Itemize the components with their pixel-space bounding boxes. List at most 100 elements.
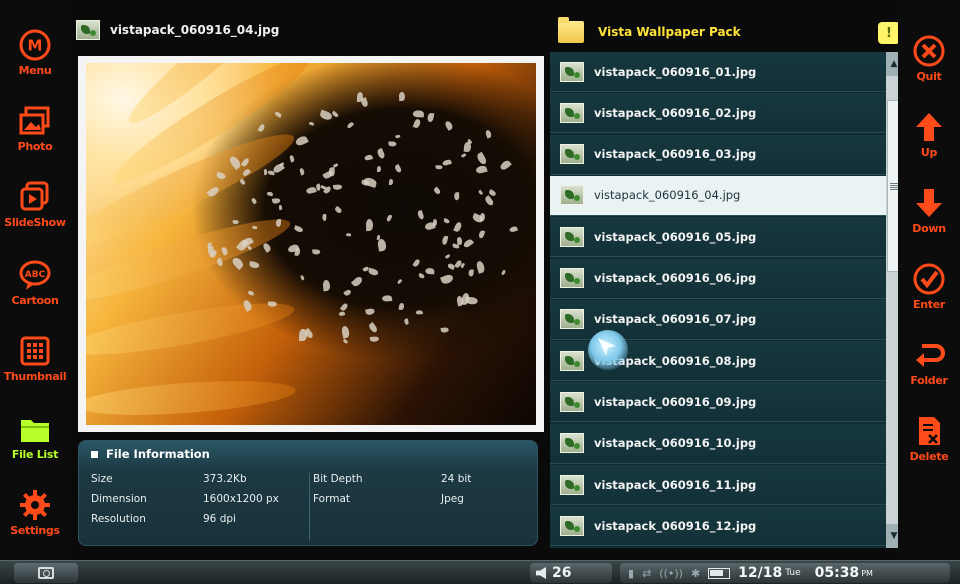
flower-seed <box>364 154 373 161</box>
image-file-icon <box>560 433 584 454</box>
file-name: vistapack_060916_09.jpg <box>594 394 757 409</box>
delete-doc-icon <box>919 417 940 445</box>
file-list: vistapack_060916_01.jpg vistapack_060916_… <box>550 52 886 548</box>
flower-seed <box>475 164 489 175</box>
enter-button[interactable]: Enter <box>898 262 960 311</box>
flower-seed <box>446 262 456 271</box>
slideshow-button[interactable]: SlideShow <box>0 180 70 229</box>
file-information-panel: File Information Size 373.2Kb Bit Depth … <box>78 440 538 546</box>
file-list-item[interactable]: vistapack_060916_05.jpg <box>550 217 886 258</box>
volume-control[interactable]: 26 <box>530 563 612 583</box>
file-list-item[interactable]: vistapack_060916_06.jpg <box>550 258 886 299</box>
file-list-label: File List <box>11 448 59 461</box>
image-filename: vistapack_060916_04.jpg <box>110 23 280 37</box>
flower-seed <box>322 279 331 292</box>
menu-button[interactable]: M Menu <box>0 28 70 77</box>
flower-seed <box>207 242 212 249</box>
thumbnail-button[interactable]: Thumbnail <box>0 334 70 383</box>
flower-seed <box>418 272 425 279</box>
storage-icon: ▮ <box>628 566 635 580</box>
photo-button[interactable]: Photo <box>0 104 70 153</box>
flower-seed <box>230 255 246 271</box>
status-ampm: PM <box>861 568 873 578</box>
flower-seed <box>367 267 380 277</box>
flower-seed <box>331 110 340 119</box>
delete-button[interactable]: Delete <box>898 414 960 463</box>
file-information-body: Size 373.2Kb Bit Depth 24 bit Dimension … <box>79 467 537 525</box>
gear-icon <box>20 490 50 520</box>
folder-header: Vista Wallpaper Pack ! <box>554 14 904 50</box>
flower-seed <box>411 258 421 269</box>
bitdepth-value: 24 bit <box>441 473 472 485</box>
flower-seed <box>398 91 405 102</box>
flower-seed <box>334 205 343 215</box>
flower-seed <box>444 120 455 132</box>
folder-icon <box>21 420 49 442</box>
flower-seed <box>427 113 435 123</box>
settings-button[interactable]: Settings <box>0 488 70 537</box>
file-list-item[interactable]: vistapack_060916_01.jpg <box>550 52 886 92</box>
flower-seed <box>468 268 474 277</box>
camera-icon <box>38 567 54 579</box>
flower-seed <box>266 191 273 197</box>
flower-seed <box>346 232 352 237</box>
flower-seed <box>388 141 397 147</box>
volume-level: 26 <box>552 565 572 581</box>
cartoon-button[interactable]: ABC Cartoon <box>0 258 70 307</box>
dimension-label: Dimension <box>91 493 147 505</box>
usb-icon: ⇄ <box>642 566 652 580</box>
flower-seed <box>453 192 460 201</box>
file-name: vistapack_060916_02.jpg <box>594 105 757 120</box>
image-file-icon <box>560 185 584 206</box>
status-day: Tue <box>785 568 801 578</box>
folder-up-button[interactable]: Folder <box>898 338 960 387</box>
file-list-item[interactable]: vistapack_060916_10.jpg <box>550 423 886 464</box>
flower-seed <box>370 336 380 343</box>
file-list-item[interactable]: vistapack_060916_03.jpg <box>550 134 886 175</box>
svg-text:M: M <box>28 37 43 55</box>
image-preview[interactable] <box>86 63 536 425</box>
flower-seed <box>440 327 449 334</box>
status-time: 05:38 <box>814 565 860 581</box>
bottom-status-bar: 26 ▮ ⇄ ((•)) ✱ 12/18 Tue 05:38 PM <box>0 560 960 584</box>
flower-seed <box>403 318 409 325</box>
image-title-bar: vistapack_060916_04.jpg <box>76 10 546 50</box>
image-file-icon <box>560 309 584 330</box>
dimension-value: 1600x1200 px <box>203 493 279 505</box>
flower-seed <box>462 237 475 249</box>
flower-seed <box>381 294 393 302</box>
flower-seed <box>257 123 266 134</box>
flower-seed <box>332 162 339 169</box>
file-information-title: File Information <box>106 447 210 461</box>
file-list-item[interactable]: vistapack_060916_04.jpg <box>550 175 886 216</box>
file-list-item[interactable]: vistapack_060916_12.jpg <box>550 506 886 547</box>
flower-seed <box>439 272 455 285</box>
flower-seed <box>342 339 348 345</box>
folder-label: Folder <box>910 374 948 387</box>
screenshot-button[interactable] <box>14 563 78 583</box>
file-list-item[interactable]: vistapack_060916_02.jpg <box>550 93 886 134</box>
down-button[interactable]: Down <box>898 186 960 235</box>
file-list-item[interactable]: vistapack_060916_09.jpg <box>550 382 886 423</box>
arrow-up-icon <box>916 113 942 141</box>
up-button[interactable]: Up <box>898 110 960 159</box>
flower-seed <box>444 253 452 260</box>
image-file-icon <box>560 268 584 288</box>
quit-button[interactable]: Quit <box>898 34 960 83</box>
slideshow-icon <box>20 181 49 211</box>
info-divider <box>309 473 310 541</box>
left-sidebar: M Menu Photo SlideShow ABC Cartoon Thumb… <box>0 0 70 560</box>
resolution-value: 96 dpi <box>203 513 236 525</box>
file-list-button[interactable]: File List <box>0 412 70 461</box>
flower-seed <box>460 262 465 269</box>
flower-seed <box>278 205 282 211</box>
flower-seed <box>443 218 451 225</box>
flower-seed <box>261 241 272 253</box>
image-file-icon <box>560 102 584 123</box>
pointer-cursor-icon <box>588 330 628 370</box>
info-button[interactable]: ! <box>878 22 900 44</box>
size-label: Size <box>91 473 113 485</box>
flower-seed <box>483 195 495 208</box>
folder-icon <box>558 17 584 43</box>
file-list-item[interactable]: vistapack_060916_11.jpg <box>550 465 886 505</box>
